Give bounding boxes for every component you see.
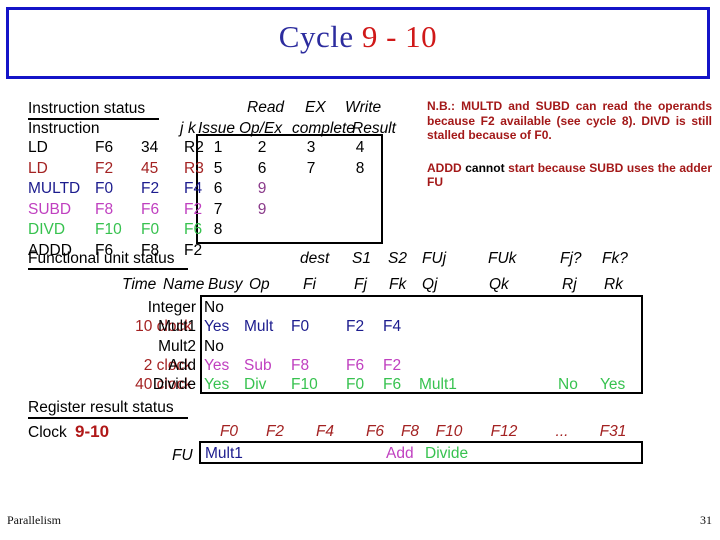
fu-row-4-fj: F0	[346, 376, 365, 393]
fu-header-s1: S1	[352, 250, 371, 267]
fu-row-1-op: Mult	[244, 318, 274, 335]
instr-row-1-op: LD	[28, 160, 48, 177]
clock-label: Clock	[28, 424, 67, 441]
instr-row-3-j: F6	[141, 201, 160, 218]
fu-subheader-name: Name	[163, 276, 205, 293]
instr-row-0-j: 34	[141, 139, 159, 156]
note-paragraph-1: N.B.: MULTD and SUBD can read the operan…	[427, 99, 712, 142]
fu-subheader-fk: Fk	[389, 276, 407, 293]
fu-subheader-busy: Busy	[208, 276, 243, 293]
fu-header-s2: S2	[388, 250, 407, 267]
header-read: Read	[247, 99, 285, 116]
fu-header-fuk: FUk	[488, 250, 517, 267]
title-banner: Cycle 9 - 10	[6, 7, 710, 79]
fu-row-label: FU	[172, 447, 193, 464]
fu-row-2-busy: No	[204, 338, 224, 355]
fu-row-3-busy: Yes	[204, 357, 230, 374]
fu-row-4-fk: F6	[383, 376, 402, 393]
instr-row-3-op: SUBD	[28, 201, 72, 218]
fu-row-2-name: Mult2	[158, 338, 196, 355]
instr-row-4-issue: 8	[213, 221, 223, 238]
fu-row-1-fk: F4	[383, 318, 402, 335]
register-header-F31: F31	[599, 423, 627, 440]
title-number: 9 - 10	[361, 19, 438, 54]
header-k: k	[188, 120, 196, 137]
fu-subheader-qk: Qk	[489, 276, 509, 293]
instr-row-0-dest: F6	[95, 139, 114, 156]
page-title: Cycle 9 - 10	[9, 19, 707, 55]
fu-subheader-time: Time	[122, 276, 157, 293]
fu-row-4-rk: Yes	[600, 376, 626, 393]
header-j: j	[180, 120, 184, 137]
fu-row-4-op: Div	[244, 376, 267, 393]
instr-row-4-op: DIVD	[28, 221, 66, 238]
title-word: Cycle	[278, 19, 354, 54]
fu-subheader-fj: Fj	[354, 276, 367, 293]
instr-row-0-write: 4	[355, 139, 365, 156]
register-fu-F10: Divide	[425, 445, 469, 462]
fu-subheader-rk: Rk	[604, 276, 623, 293]
fu-header-fkq: Fk?	[602, 250, 628, 267]
fu-subheader-fi: Fi	[303, 276, 316, 293]
fu-row-1-busy: Yes	[204, 318, 230, 335]
instr-row-1-write: 8	[355, 160, 365, 177]
instr-row-1-dest: F2	[95, 160, 114, 177]
clock-value: 9-10	[75, 422, 110, 441]
fu-row-4-fi: F10	[291, 376, 318, 393]
instr-row-4-dest: F10	[95, 221, 122, 238]
register-result-box	[199, 441, 643, 464]
functional-unit-status-heading: Functional unit status	[28, 251, 189, 270]
fu-row-1-fj: F2	[346, 318, 365, 335]
fu-row-4-rj: No	[558, 376, 578, 393]
note-emphasis: cannot	[465, 160, 505, 175]
header-instruction: Instruction	[28, 120, 100, 137]
register-fu-F0: Mult1	[205, 445, 243, 462]
header-ex: EX	[305, 99, 326, 116]
fu-row-4-name: Divide	[152, 376, 196, 393]
instr-row-3-read: 9	[257, 201, 267, 218]
fu-header-fjq: Fj?	[560, 250, 582, 267]
header-write: Write	[345, 99, 382, 116]
fu-row-3-name: Add	[168, 357, 196, 374]
fu-row-1-name: Mult1	[158, 318, 196, 335]
fu-subheader-op: Op	[249, 276, 270, 293]
fu-subheader-rj: Rj	[562, 276, 577, 293]
instr-row-2-j: F2	[141, 180, 160, 197]
fu-row-0-name: Integer	[147, 299, 196, 316]
fu-row-3-fj: F6	[346, 357, 365, 374]
fu-header-dest: dest	[300, 250, 330, 267]
fu-row-3-fk: F2	[383, 357, 402, 374]
fu-subheader-qj: Qj	[422, 276, 438, 293]
instr-row-4-j: F0	[141, 221, 160, 238]
fu-row-0-busy: No	[204, 299, 224, 316]
instr-row-2-op: MULTD	[28, 180, 81, 197]
instr-row-0-op: LD	[28, 139, 48, 156]
fu-row-4-busy: Yes	[204, 376, 230, 393]
fu-row-3-fi: F8	[291, 357, 310, 374]
instruction-status-heading: Instruction status	[28, 101, 160, 120]
footer-title: Parallelism	[7, 513, 61, 527]
instr-row-3-dest: F8	[95, 201, 114, 218]
footer-page-number: 31	[700, 513, 712, 527]
note-part-a: ADDD	[427, 160, 466, 175]
register-fu-F8: Add	[386, 445, 414, 462]
fu-header-fuj: FUj	[422, 250, 447, 267]
instr-row-1-j: 45	[141, 160, 159, 177]
fu-row-4-qj: Mult1	[419, 376, 457, 393]
note-block: N.B.: MULTD and SUBD can read the operan…	[427, 99, 712, 190]
instr-row-2-dest: F0	[95, 180, 114, 197]
fu-row-1-fi: F0	[291, 318, 310, 335]
instr-row-2-read: 9	[257, 180, 267, 197]
fu-row-3-op: Sub	[244, 357, 272, 374]
register-result-status-heading: Register result status	[28, 400, 188, 419]
note-paragraph-2: ADDD cannot start because SUBD uses the …	[427, 161, 712, 190]
